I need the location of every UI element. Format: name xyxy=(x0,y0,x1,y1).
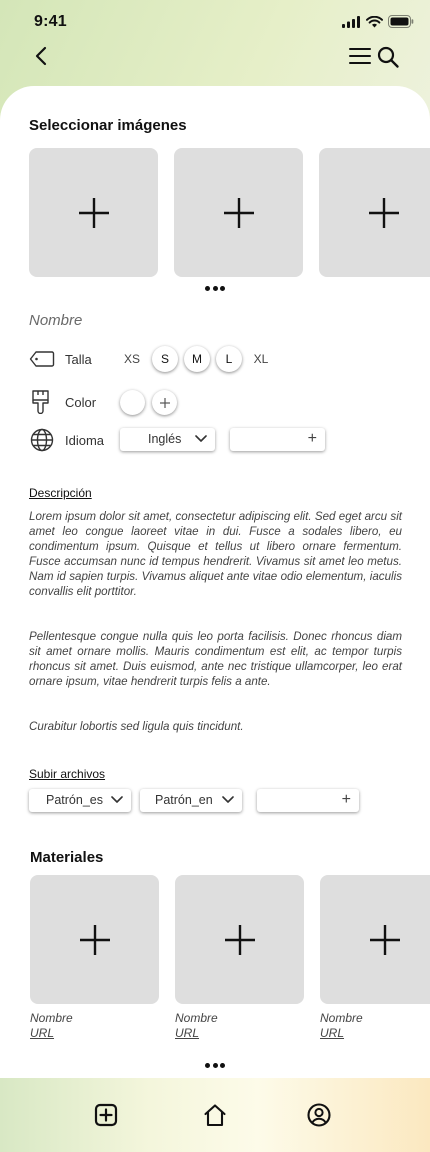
language-row: Idioma Inglés + xyxy=(29,426,409,454)
add-material-slot[interactable] xyxy=(175,875,304,1004)
language-dropdown[interactable]: Inglés xyxy=(120,428,215,451)
file-name: Patrón_es xyxy=(46,793,103,807)
tag-icon xyxy=(29,351,55,367)
size-label: Talla xyxy=(65,352,92,367)
status-bar: 9:41 xyxy=(0,0,430,44)
chevron-down-icon xyxy=(111,796,123,803)
bottom-nav xyxy=(0,1078,430,1152)
material-url[interactable]: URL xyxy=(175,1026,304,1040)
images-section-title: Seleccionar imágenes xyxy=(29,117,187,134)
home-icon[interactable] xyxy=(202,1102,228,1128)
description-paragraph: Curabitur lobortis sed ligula quis tinci… xyxy=(29,720,244,733)
plus-icon xyxy=(78,197,109,228)
add-image-slot[interactable] xyxy=(29,148,158,277)
add-file-button[interactable]: + xyxy=(257,789,359,812)
add-color-button[interactable] xyxy=(152,390,177,415)
add-material-slot[interactable] xyxy=(30,875,159,1004)
color-swatch[interactable] xyxy=(120,390,145,415)
plus-icon xyxy=(79,924,110,955)
top-nav xyxy=(0,40,430,74)
search-icon[interactable] xyxy=(376,45,400,69)
name-field[interactable]: Nombre xyxy=(29,312,82,329)
add-material-slot[interactable] xyxy=(320,875,430,1004)
language-selected: Inglés xyxy=(148,432,182,446)
add-language-button[interactable]: + xyxy=(230,428,325,451)
plus-icon xyxy=(224,924,255,955)
plus-icon xyxy=(368,197,399,228)
plus-icon xyxy=(223,197,254,228)
material-name[interactable]: Nombre xyxy=(175,1011,304,1025)
more-images-icon[interactable] xyxy=(205,286,225,292)
color-label: Color xyxy=(65,395,97,410)
upload-files-title[interactable]: Subir archivos xyxy=(29,767,105,781)
material-name[interactable]: Nombre xyxy=(30,1011,159,1025)
user-circle-icon[interactable] xyxy=(306,1102,332,1128)
chevron-left-icon[interactable] xyxy=(30,44,54,68)
signal-icon xyxy=(342,15,360,28)
material-url[interactable]: URL xyxy=(320,1026,430,1040)
plus-icon xyxy=(369,924,400,955)
status-time: 9:41 xyxy=(34,13,67,30)
materials-list: Nombre URL Nombre URL Nombre URL xyxy=(30,875,430,1040)
image-slots xyxy=(29,148,430,277)
file-dropdown-en[interactable]: Patrón_en xyxy=(140,789,242,812)
description-paragraph: Pellentesque congue nulla quis leo porta… xyxy=(29,630,402,688)
chevron-down-icon xyxy=(222,796,234,803)
size-option-m[interactable]: M xyxy=(184,346,210,372)
size-option-l[interactable]: L xyxy=(216,346,242,372)
paint-brush-icon xyxy=(32,390,49,414)
add-image-slot[interactable] xyxy=(174,148,303,277)
size-row: Talla XS S M L XL xyxy=(29,345,409,373)
size-option-s[interactable]: S xyxy=(152,346,178,372)
file-name: Patrón_en xyxy=(155,793,213,807)
material-url[interactable]: URL xyxy=(30,1026,159,1040)
file-dropdown-es[interactable]: Patrón_es xyxy=(29,789,131,812)
description-paragraph: Lorem ipsum dolor sit amet, consectetur … xyxy=(29,510,402,598)
battery-icon xyxy=(388,15,414,28)
hamburger-icon[interactable] xyxy=(348,45,372,67)
language-label: Idioma xyxy=(65,433,105,448)
material-item: Nombre URL xyxy=(30,875,159,1040)
plus-icon: + xyxy=(341,791,351,808)
globe-icon xyxy=(30,428,54,452)
plus-icon: + xyxy=(307,430,317,447)
plus-icon xyxy=(159,397,170,408)
size-option-xs[interactable]: XS xyxy=(119,346,145,372)
color-row: Color xyxy=(29,388,409,416)
material-name[interactable]: Nombre xyxy=(320,1011,430,1025)
description-title: Descripción xyxy=(29,486,92,500)
content-sheet: Seleccionar imágenes Nombre Talla XS S M… xyxy=(0,86,430,1078)
material-item: Nombre URL xyxy=(175,875,304,1040)
more-materials-icon[interactable] xyxy=(205,1063,225,1069)
chevron-down-icon xyxy=(195,435,207,442)
plus-square-icon[interactable] xyxy=(93,1102,119,1128)
materials-title: Materiales xyxy=(30,849,104,866)
add-image-slot[interactable] xyxy=(319,148,430,277)
material-item: Nombre URL xyxy=(320,875,430,1040)
wifi-icon xyxy=(366,15,383,27)
size-option-xl[interactable]: XL xyxy=(248,346,274,372)
status-icons xyxy=(342,15,414,28)
